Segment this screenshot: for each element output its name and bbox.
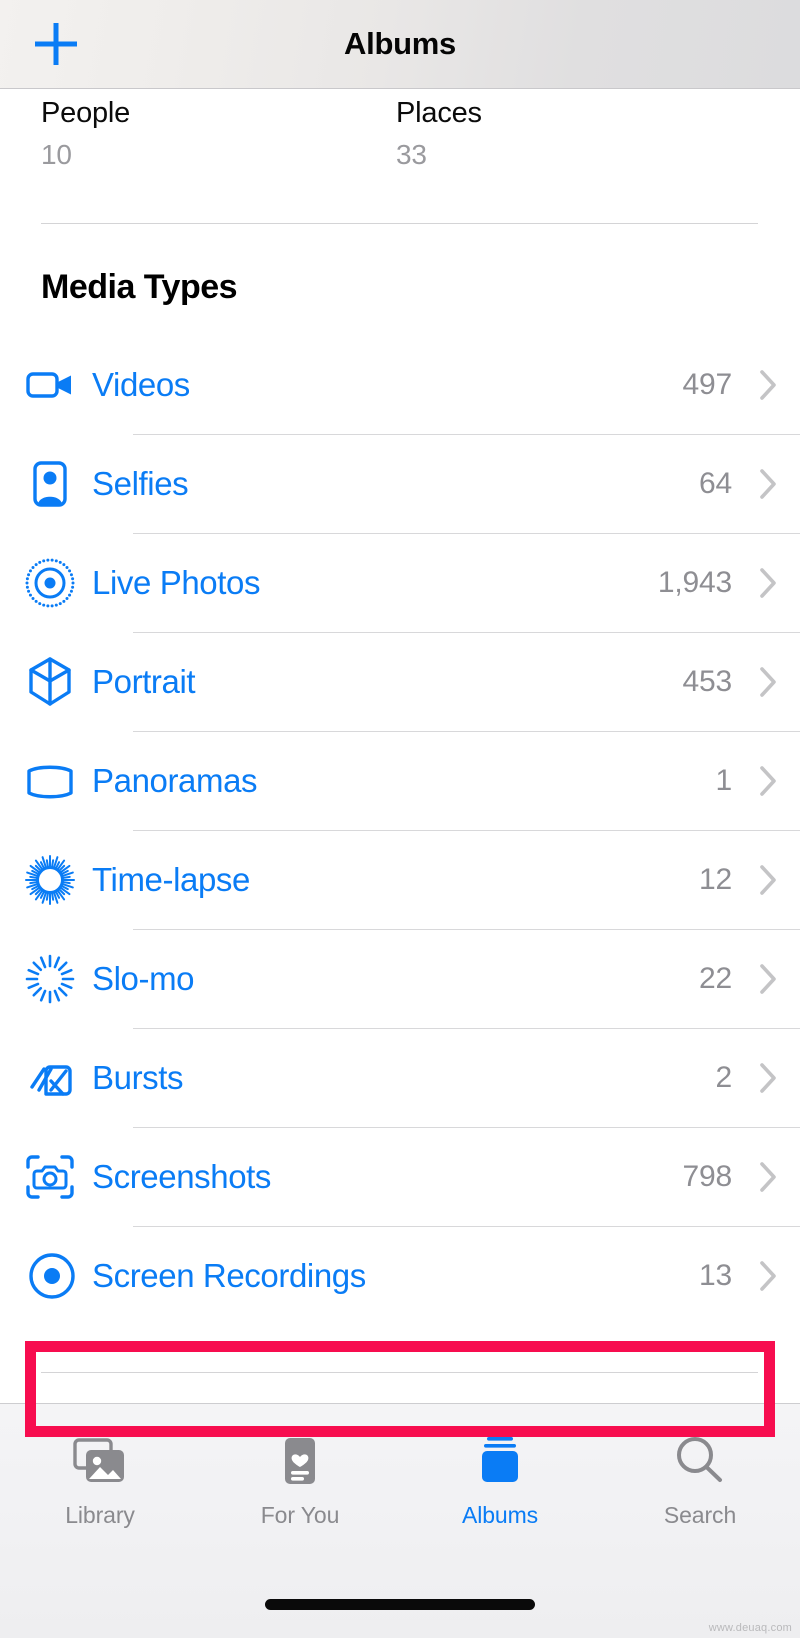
media-type-icon-wrap: [0, 555, 92, 611]
media-type-label: Selfies: [92, 465, 189, 502]
tab-library[interactable]: Library: [0, 1422, 200, 1554]
places-album-title: Places: [396, 97, 482, 129]
chevron-right-icon: [748, 566, 778, 600]
navigation-bar: Albums: [0, 0, 800, 89]
media-type-icon-wrap: [0, 951, 92, 1007]
media-type-label: Slo-mo: [92, 960, 195, 997]
record-circle-icon: [29, 1253, 75, 1299]
media-type-count: 497: [682, 368, 733, 401]
media-type-row[interactable]: Screen Recordings 13: [0, 1227, 800, 1325]
media-type-icon-wrap: [0, 456, 92, 512]
media-type-row[interactable]: Screenshots 798: [0, 1128, 800, 1226]
chevron-right-icon: [748, 368, 778, 402]
tab-label: Search: [663, 1502, 737, 1528]
tab-albums[interactable]: Albums: [400, 1422, 600, 1554]
tab-bar-items: Library For You Albums Search: [0, 1404, 800, 1554]
media-type-label: Screen Recordings: [92, 1257, 366, 1294]
media-type-label: Videos: [92, 366, 190, 403]
media-type-row[interactable]: Videos 497: [0, 336, 800, 434]
media-type-icon-wrap: [0, 654, 92, 710]
list-bottom-divider: [41, 1372, 758, 1373]
media-type-count: 2: [715, 1061, 733, 1094]
tab-icon-wrap: [69, 1422, 131, 1500]
media-type-count: 453: [682, 665, 733, 698]
media-type-label: Time-lapse: [92, 861, 250, 898]
media-type-row[interactable]: Bursts 2: [0, 1029, 800, 1127]
albums-book-icon: [482, 1437, 518, 1482]
media-type-icon-wrap: [0, 1248, 92, 1304]
page-title: Albums: [344, 26, 456, 61]
media-type-label: Live Photos: [92, 564, 261, 601]
tab-label: For You: [260, 1502, 340, 1528]
search-icon: [677, 1437, 722, 1482]
chevron-right-icon: [748, 1061, 778, 1095]
tab-bar: Library For You Albums Search www.deuaq.…: [0, 1403, 800, 1638]
tab-label: Library: [65, 1502, 135, 1528]
media-type-row[interactable]: Time-lapse 12: [0, 831, 800, 929]
media-type-count: 22: [699, 962, 732, 995]
watermark-text: www.deuaq.com: [708, 1622, 792, 1634]
bursts-icon: [30, 1065, 72, 1096]
media-type-icon-wrap: [0, 1149, 92, 1205]
media-type-row[interactable]: Portrait 453: [0, 633, 800, 731]
live-photo-icon: [25, 558, 75, 608]
people-album-count: 10: [41, 139, 72, 170]
media-type-count: 12: [699, 863, 732, 896]
places-album-cell[interactable]: Places 33: [396, 97, 482, 171]
chevron-right-icon: [748, 1259, 778, 1293]
chevron-right-icon: [748, 665, 778, 699]
media-type-label: Portrait: [92, 663, 196, 700]
people-places-section: People 10 Places 33: [0, 89, 800, 223]
places-album-count: 33: [396, 139, 427, 170]
media-types-heading: Media Types: [41, 268, 238, 306]
media-type-icon-wrap: [0, 753, 92, 809]
tab-search[interactable]: Search: [600, 1422, 800, 1554]
media-type-row[interactable]: Live Photos 1,943: [0, 534, 800, 632]
media-types-list: Videos 497 Selfies 64 Live Photos 1,943 …: [0, 336, 800, 1325]
video-camera-icon: [26, 372, 71, 398]
media-type-count: 1: [715, 764, 733, 797]
tab-icon-wrap: [669, 1422, 731, 1500]
portrait-cube-icon: [29, 657, 71, 706]
chevron-right-icon: [748, 863, 778, 897]
tab-label: Albums: [461, 1502, 539, 1528]
media-type-row[interactable]: Panoramas 1: [0, 732, 800, 830]
heart-card-icon: [285, 1438, 315, 1484]
media-type-count: 798: [682, 1160, 733, 1193]
media-type-icon-wrap: [0, 1050, 92, 1106]
chevron-right-icon: [748, 467, 778, 501]
chevron-right-icon: [748, 1160, 778, 1194]
media-type-count: 13: [699, 1259, 732, 1292]
tab-icon-wrap: [469, 1422, 531, 1500]
timelapse-icon: [25, 855, 75, 905]
tab-for-you[interactable]: For You: [200, 1422, 400, 1554]
media-type-count: 1,943: [657, 566, 732, 599]
screenshot-camera-icon: [26, 1155, 74, 1199]
media-type-row[interactable]: Slo-mo 22: [0, 930, 800, 1028]
media-type-label: Bursts: [92, 1059, 184, 1096]
chevron-right-icon: [748, 962, 778, 996]
people-album-title: People: [41, 97, 131, 129]
media-type-row[interactable]: Selfies 64: [0, 435, 800, 533]
media-type-icon-wrap: [0, 357, 92, 413]
photos-stack-icon: [73, 1438, 124, 1482]
chevron-right-icon: [748, 764, 778, 798]
slomo-icon: [25, 954, 75, 1004]
panorama-icon: [27, 765, 73, 799]
media-type-count: 64: [699, 467, 732, 500]
tab-icon-wrap: [269, 1422, 331, 1500]
selfie-person-icon: [33, 461, 67, 507]
media-type-icon-wrap: [0, 852, 92, 908]
home-indicator: [265, 1599, 535, 1610]
albums-scroll-content[interactable]: People 10 Places 33 Media Types Videos 4…: [0, 89, 800, 1437]
media-type-label: Screenshots: [92, 1158, 272, 1195]
media-type-label: Panoramas: [92, 762, 258, 799]
people-album-cell[interactable]: People 10: [41, 97, 130, 171]
